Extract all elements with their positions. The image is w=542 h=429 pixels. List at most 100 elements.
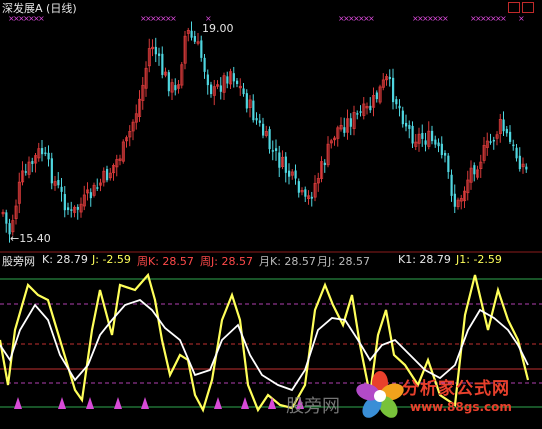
candle-body (509, 131, 512, 142)
candlestick-series (1, 21, 528, 243)
j1-value: J1: -2.59 (456, 253, 502, 266)
low-price-label: ←15.40 (10, 232, 51, 245)
candle-body (395, 99, 398, 105)
candle-body (63, 194, 66, 211)
k-value: K: 28.79 (42, 253, 88, 266)
signal-arrow (14, 397, 22, 409)
candle-body (515, 147, 518, 159)
candle-body (453, 193, 456, 207)
candle-body (424, 140, 427, 145)
candle-body (288, 170, 291, 177)
candle-body (388, 76, 391, 80)
candle-body (434, 139, 437, 145)
candle-body (245, 93, 248, 109)
candle-body (193, 36, 196, 42)
candle-body (31, 161, 34, 164)
candle-body (440, 143, 443, 156)
window-restore-icon[interactable] (508, 2, 520, 13)
candle-body (190, 30, 193, 38)
top-marker: × (368, 14, 375, 23)
month-j-value: 月J: 28.57 (317, 255, 370, 268)
candle-body (57, 179, 60, 186)
candle-body (255, 118, 258, 121)
candle-body (232, 73, 235, 82)
logo-url-text: www.88gs.com (410, 400, 512, 414)
candle-body (200, 40, 203, 58)
window-close-icon[interactable] (522, 2, 534, 13)
candle-body (41, 148, 44, 155)
candle-body (505, 128, 508, 134)
candle-body (411, 125, 414, 144)
candle-body (167, 72, 170, 92)
candle-body (405, 122, 408, 127)
candle-body (268, 129, 271, 150)
signal-arrow (114, 397, 122, 409)
candle-body (5, 212, 8, 224)
candle-body (236, 80, 239, 84)
candle-body (518, 155, 521, 170)
indicator-name: 股旁网 (2, 255, 35, 268)
top-marker: × (38, 14, 45, 23)
candle-body (431, 130, 434, 142)
candle-body (203, 57, 206, 72)
candle-body (271, 150, 274, 152)
candle-body (252, 100, 255, 121)
watermark-text: 股旁网 (286, 396, 340, 417)
top-marker: × (442, 14, 449, 23)
candle-body (106, 169, 109, 181)
candle-body (392, 77, 395, 103)
candle-body (262, 123, 265, 136)
candle-body (525, 166, 528, 170)
signal-arrow (58, 397, 66, 409)
indicator-values-row: 股旁网 K: 28.79 J: -2.59 周K: 28.57 周J: 28.5… (0, 253, 542, 268)
candle-body (375, 92, 378, 100)
candle-body (297, 181, 300, 193)
candle-body (408, 124, 411, 129)
candle-body (369, 105, 372, 111)
signal-arrow (214, 397, 222, 409)
candle-body (206, 74, 209, 86)
top-marker: × (500, 14, 507, 23)
top-signal-markers: ××××××× ××××××× ××××××× ××××××× ×××××××× × (8, 14, 525, 23)
candle-body (323, 162, 326, 166)
candle-body (70, 209, 73, 211)
candle-body (349, 118, 352, 127)
top-marker: × (170, 14, 177, 23)
candle-body (258, 120, 261, 123)
candle-body (304, 189, 307, 197)
candle-body (437, 142, 440, 147)
week-j-value: 周J: 28.57 (200, 255, 253, 268)
candle-body (489, 141, 492, 143)
candle-body (284, 156, 287, 173)
candle-body (356, 113, 359, 115)
candle-body (60, 186, 63, 192)
candle-body (89, 192, 92, 199)
signal-arrow (141, 397, 149, 409)
candle-body (473, 165, 476, 175)
candle-body (421, 132, 424, 139)
k1-value: K1: 28.79 (398, 253, 451, 266)
candle-body (450, 174, 453, 196)
signal-arrow (86, 397, 94, 409)
price-and-indicator-chart[interactable]: ××××××× ××××××× ××××××× ××××××× ×××××××× × (0, 0, 542, 429)
candle-body (158, 53, 161, 56)
candle-body (242, 88, 245, 95)
candle-body (96, 187, 99, 189)
candle-body (174, 85, 177, 91)
candle-body (154, 46, 157, 55)
candle-body (401, 110, 404, 125)
candle-body (492, 139, 495, 142)
signal-arrow (241, 397, 249, 409)
candle-body (359, 111, 362, 113)
week-k-value: 周K: 28.57 (137, 255, 194, 268)
candle-body (76, 206, 79, 210)
candle-body (512, 144, 515, 147)
candle-body (444, 153, 447, 156)
j-value: J: -2.59 (92, 253, 131, 266)
logo-name-text: 分析家公式网 (402, 379, 510, 399)
candle-body (50, 158, 53, 184)
candle-body (226, 76, 229, 84)
top-marker: × (518, 14, 525, 23)
candle-body (24, 171, 27, 173)
candle-body (210, 84, 213, 95)
